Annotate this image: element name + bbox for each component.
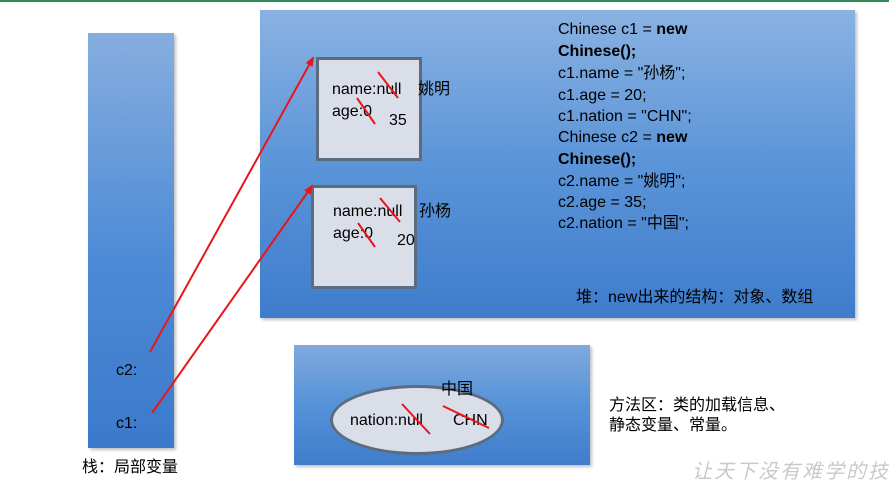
strike-object2-age (357, 222, 376, 248)
strike-static-null (401, 403, 431, 435)
strike-static-chn (442, 405, 490, 429)
annotation-overlay (149, 56, 490, 435)
strike-object1-name (377, 71, 399, 99)
strike-object2-name (379, 197, 401, 223)
pointer-arrow-c2 (149, 56, 314, 353)
pointer-arrow-c1 (151, 184, 314, 414)
strike-object1-age (356, 97, 376, 125)
